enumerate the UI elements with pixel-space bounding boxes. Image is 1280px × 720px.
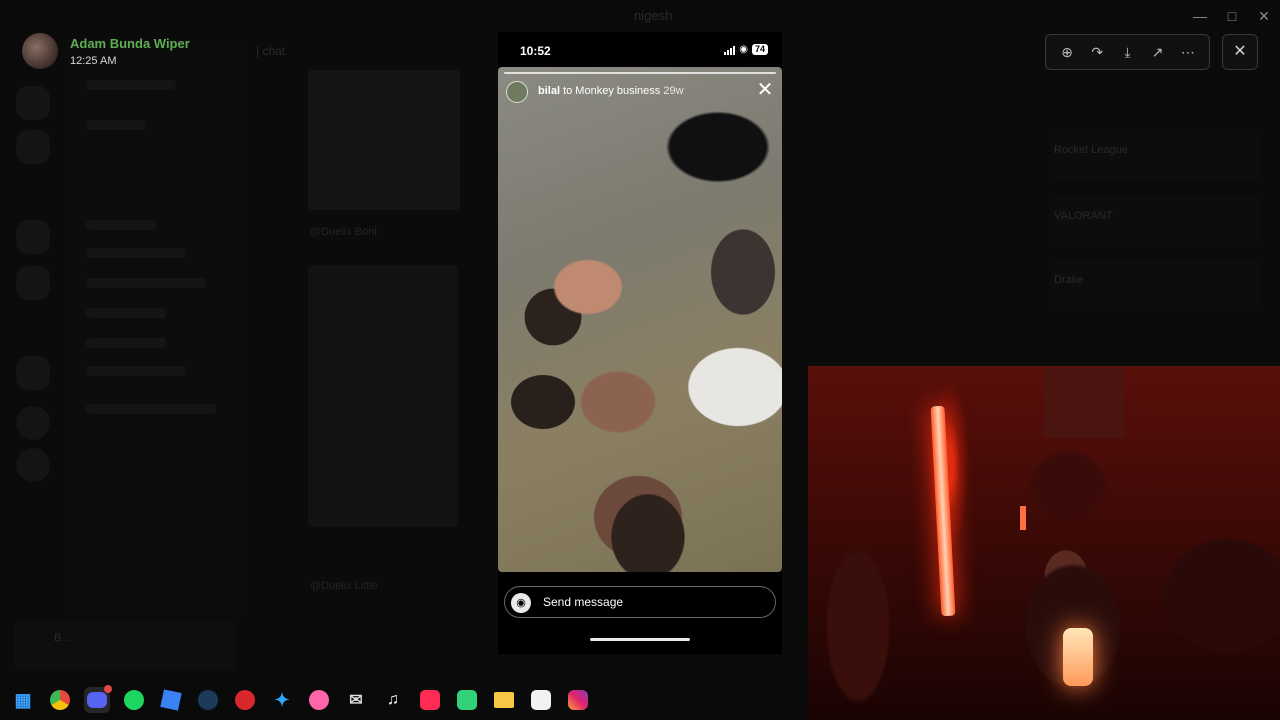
window-title: nigesh (634, 8, 673, 23)
notification-badge (104, 685, 112, 693)
status-icons: ◉ 74 (724, 44, 768, 55)
wall-poster (1044, 368, 1124, 438)
maximize-icon[interactable]: □ (1222, 6, 1242, 26)
candle-lamp (1063, 628, 1093, 686)
instagram-icon[interactable] (565, 687, 591, 713)
channel-item[interactable] (86, 278, 206, 288)
chat-caption: @Duelix Little (310, 580, 379, 592)
add-server-icon[interactable] (16, 406, 50, 440)
uploader-name[interactable]: Adam Bunda Wiper (70, 36, 190, 51)
server-icon[interactable] (16, 130, 50, 164)
more-icon[interactable]: ⋯ (1177, 41, 1199, 63)
phone-screenshot: 10:52 ◉ 74 bilal to Monkey business 29w … (498, 32, 782, 654)
chat-image (308, 70, 460, 210)
server-icon[interactable] (16, 86, 50, 120)
story-close-icon: ✕ (756, 79, 774, 101)
file-explorer-icon[interactable] (491, 687, 517, 713)
story-username: bilal (538, 85, 561, 97)
chat-channel-name: | chat (256, 44, 286, 58)
activity-name: Rocket League (1054, 144, 1128, 156)
wifi-icon: ◉ (739, 44, 748, 55)
zoom-in-icon[interactable]: ⊕ (1056, 41, 1078, 63)
avatar[interactable] (22, 33, 58, 69)
chrome-icon[interactable] (47, 687, 73, 713)
osu-icon[interactable] (306, 687, 332, 713)
activity-card: VALORANT (1050, 196, 1260, 246)
battle-net-icon[interactable]: ✦ (269, 687, 295, 713)
user-panel: B... (14, 622, 236, 670)
capcut-icon[interactable] (528, 687, 554, 713)
channel-item[interactable] (86, 308, 166, 318)
channel-item[interactable] (86, 120, 146, 130)
channel-item[interactable] (86, 338, 166, 348)
forward-icon[interactable]: ↷ (1086, 41, 1108, 63)
window-close-icon[interactable]: ✕ (1254, 6, 1274, 26)
channel-item[interactable] (86, 404, 216, 414)
story-header: bilal to Monkey business 29w (538, 85, 684, 97)
bluestacks-icon[interactable] (454, 687, 480, 713)
upload-timestamp: 12:25 AM (70, 55, 117, 67)
media-viewer-toolbar: ⊕ ↷ ⤓ ↗ ⋯ (1045, 34, 1210, 70)
close-viewer-button[interactable]: ✕ (1222, 34, 1258, 70)
story-avatar (506, 81, 528, 103)
member-activity-list: Rocket League VALORANT Drake (1040, 88, 1270, 358)
home-indicator (590, 638, 690, 641)
camera-icon: ◉ (511, 593, 531, 613)
activity-card: Rocket League (1050, 130, 1260, 180)
minimize-icon[interactable]: — (1190, 6, 1210, 26)
spotify-icon[interactable] (121, 687, 147, 713)
download-icon[interactable]: ⤓ (1116, 41, 1138, 63)
activity-name: VALORANT (1054, 210, 1113, 222)
server-icon[interactable] (16, 266, 50, 300)
user-panel-name: B... (54, 632, 71, 644)
story-image: bilal to Monkey business 29w ✕ (498, 67, 782, 572)
channel-item[interactable] (86, 366, 186, 376)
open-external-icon[interactable]: ↗ (1147, 41, 1169, 63)
title-bar: nigesh — □ ✕ (0, 0, 1280, 32)
tiktok-live-icon[interactable] (417, 687, 443, 713)
story-age: 29w (663, 85, 684, 97)
tiktok-icon[interactable]: ♫ (380, 687, 406, 713)
story-progress-bar (504, 72, 776, 74)
webcam-overlay (808, 366, 1280, 720)
mega-icon[interactable] (232, 687, 258, 713)
windows-start-icon[interactable]: ▦ (10, 687, 36, 713)
server-rail (0, 70, 66, 610)
close-icon: ✕ (1233, 43, 1247, 60)
discover-icon[interactable] (16, 448, 50, 482)
chat-image (308, 265, 458, 527)
signal-icon (724, 45, 736, 55)
gmail-icon[interactable]: ✉ (343, 687, 369, 713)
channel-item[interactable] (86, 80, 176, 90)
red-light-lamp (930, 405, 956, 617)
send-message-bar: ◉ Send message (504, 586, 776, 618)
story-destination: to Monkey business (563, 85, 661, 97)
chat-caption: @Duelix Boni (310, 226, 377, 238)
steam-icon[interactable] (195, 687, 221, 713)
roblox-studio-icon[interactable] (158, 687, 184, 713)
activity-name: Drake (1054, 274, 1084, 286)
server-icon[interactable] (16, 356, 50, 390)
taskbar: ▦ ✦ ✉ ♫ (0, 680, 808, 720)
server-icon[interactable] (16, 220, 50, 254)
discord-icon[interactable] (84, 685, 112, 713)
channel-item[interactable] (86, 220, 156, 230)
send-message-placeholder: Send message (543, 595, 624, 609)
channel-item[interactable] (86, 248, 186, 258)
activity-card: Drake (1050, 260, 1260, 310)
small-light (1020, 506, 1026, 530)
status-time: 10:52 (520, 44, 551, 58)
channel-list (66, 40, 242, 610)
battery-level: 74 (751, 44, 768, 55)
